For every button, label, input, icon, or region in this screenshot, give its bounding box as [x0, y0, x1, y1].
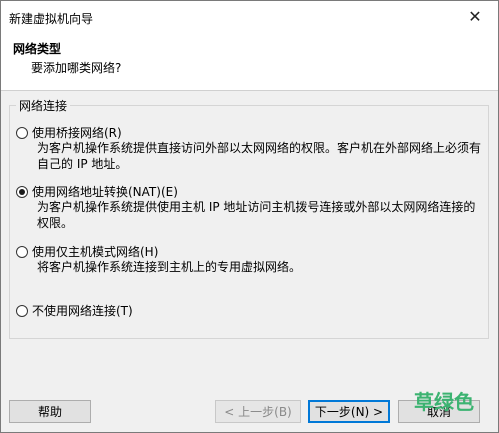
- option-label: 使用网络地址转换(NAT)(E): [32, 185, 178, 199]
- radio-nat[interactable]: [16, 185, 28, 198]
- help-button[interactable]: 帮助: [9, 400, 91, 423]
- group-legend: 网络连接: [16, 97, 71, 114]
- radio-no-network[interactable]: [16, 304, 28, 317]
- wizard-header: 网络类型 要添加哪类网络?: [1, 32, 498, 91]
- option-label: 不使用网络连接(T): [32, 304, 133, 318]
- back-button[interactable]: < 上一步(B): [215, 400, 301, 423]
- option-no-network[interactable]: 不使用网络连接(T): [16, 302, 133, 319]
- page-title: 网络类型: [13, 42, 62, 56]
- watermark: 草绿色: [414, 390, 474, 414]
- option-host-only[interactable]: 使用仅主机模式网络(H): [16, 243, 158, 260]
- option-description: 为客户机操作系统提供使用主机 IP 地址访问主机拨号连接或外部以太网网络连接的权…: [37, 200, 476, 230]
- option-bridged[interactable]: 使用桥接网络(R): [16, 124, 122, 141]
- option-description: 为客户机操作系统提供直接访问外部以太网网络的权限。客户机在外部网络上必须有自己的…: [37, 141, 482, 171]
- option-label: 使用仅主机模式网络(H): [32, 245, 159, 259]
- option-label: 使用桥接网络(R): [32, 126, 122, 140]
- window-title: 新建虚拟机向导: [9, 12, 94, 26]
- wizard-window: 新建虚拟机向导 ✕ 网络类型 要添加哪类网络? 网络连接 使用桥接网络(R) 为…: [0, 0, 499, 433]
- option-description: 将客户机操作系统连接到主机上的专用虚拟网络。: [37, 260, 302, 274]
- radio-host-only[interactable]: [16, 245, 28, 258]
- page-subtitle: 要添加哪类网络?: [31, 61, 122, 75]
- radio-bridged[interactable]: [16, 126, 28, 139]
- option-nat[interactable]: 使用网络地址转换(NAT)(E): [16, 183, 178, 200]
- title-bar: 新建虚拟机向导 ✕: [1, 1, 498, 32]
- close-icon[interactable]: ✕: [452, 1, 498, 32]
- next-button[interactable]: 下一步(N) >: [308, 400, 390, 423]
- network-connection-group: 网络连接 使用桥接网络(R) 为客户机操作系统提供直接访问外部以太网网络的权限。…: [9, 97, 489, 339]
